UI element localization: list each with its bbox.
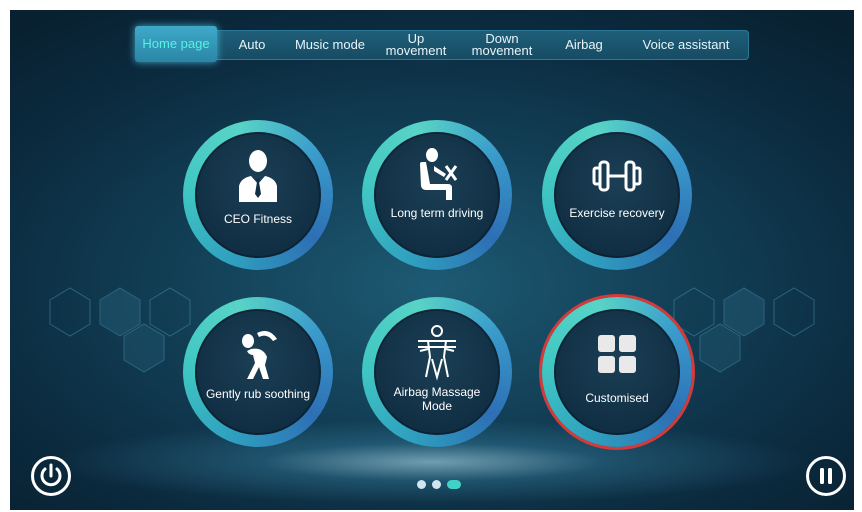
mode-long-term-driving[interactable]: Long term driving [362,120,512,270]
mode-customised[interactable]: Customised [542,297,692,447]
pause-button[interactable] [806,456,846,496]
mode-airbag-massage[interactable]: Airbag Massage Mode [362,297,512,447]
massage-chair-screen: Home page Auto Music mode Up movement Do… [10,10,854,510]
page-dot-active[interactable] [447,480,461,489]
page-dot[interactable] [432,480,441,489]
mode-gently-rub-soothing[interactable]: Gently rub soothing [183,297,333,447]
pause-icon [820,468,832,484]
tab-label: Airbag [565,37,603,52]
mode-face: Long term driving [374,132,500,258]
tab-label: Down movement [471,31,533,58]
mode-label: CEO Fitness [223,212,292,226]
tab-label: Voice assistant [642,37,730,52]
mode-face: Airbag Massage Mode [374,309,500,435]
mode-face: Gently rub soothing [195,309,321,435]
page-dot[interactable] [417,480,426,489]
mode-face: CEO Fitness [195,132,321,258]
tab-voice-assistant[interactable]: Voice assistant [623,30,749,60]
businessman-icon [239,150,277,202]
top-navigation: Home page Auto Music mode Up movement Do… [135,26,749,62]
mode-ceo-fitness[interactable]: CEO Fitness [183,120,333,270]
tab-down-movement[interactable]: Down movement [459,30,545,60]
mode-label: Customised [585,391,649,405]
power-icon [40,463,62,487]
power-button[interactable] [31,456,71,496]
mode-label: Exercise recovery [569,206,665,220]
tab-home-page[interactable]: Home page [135,26,217,62]
tab-up-movement[interactable]: Up movement [373,30,459,60]
tab-auto[interactable]: Auto [217,30,287,60]
tab-label: Music mode [294,37,366,52]
tab-label: Auto [238,37,266,52]
driver-seat-icon [420,148,458,200]
mode-label: Gently rub soothing [205,387,311,401]
mode-face: Exercise recovery [554,132,680,258]
stretching-person-icon [242,331,277,379]
page-indicator [417,480,461,489]
mode-label: Airbag Massage Mode [393,385,481,413]
tab-airbag[interactable]: Airbag [545,30,623,60]
tab-label: Up movement [385,31,447,58]
dumbbell-icon [592,160,642,192]
mode-exercise-recovery[interactable]: Exercise recovery [542,120,692,270]
mode-label: Long term driving [390,206,484,220]
tab-label: Home page [142,36,210,51]
mode-face: Customised [554,309,680,435]
body-massage-icon [418,325,456,381]
grid-icon [598,335,636,373]
tab-music-mode[interactable]: Music mode [287,30,373,60]
